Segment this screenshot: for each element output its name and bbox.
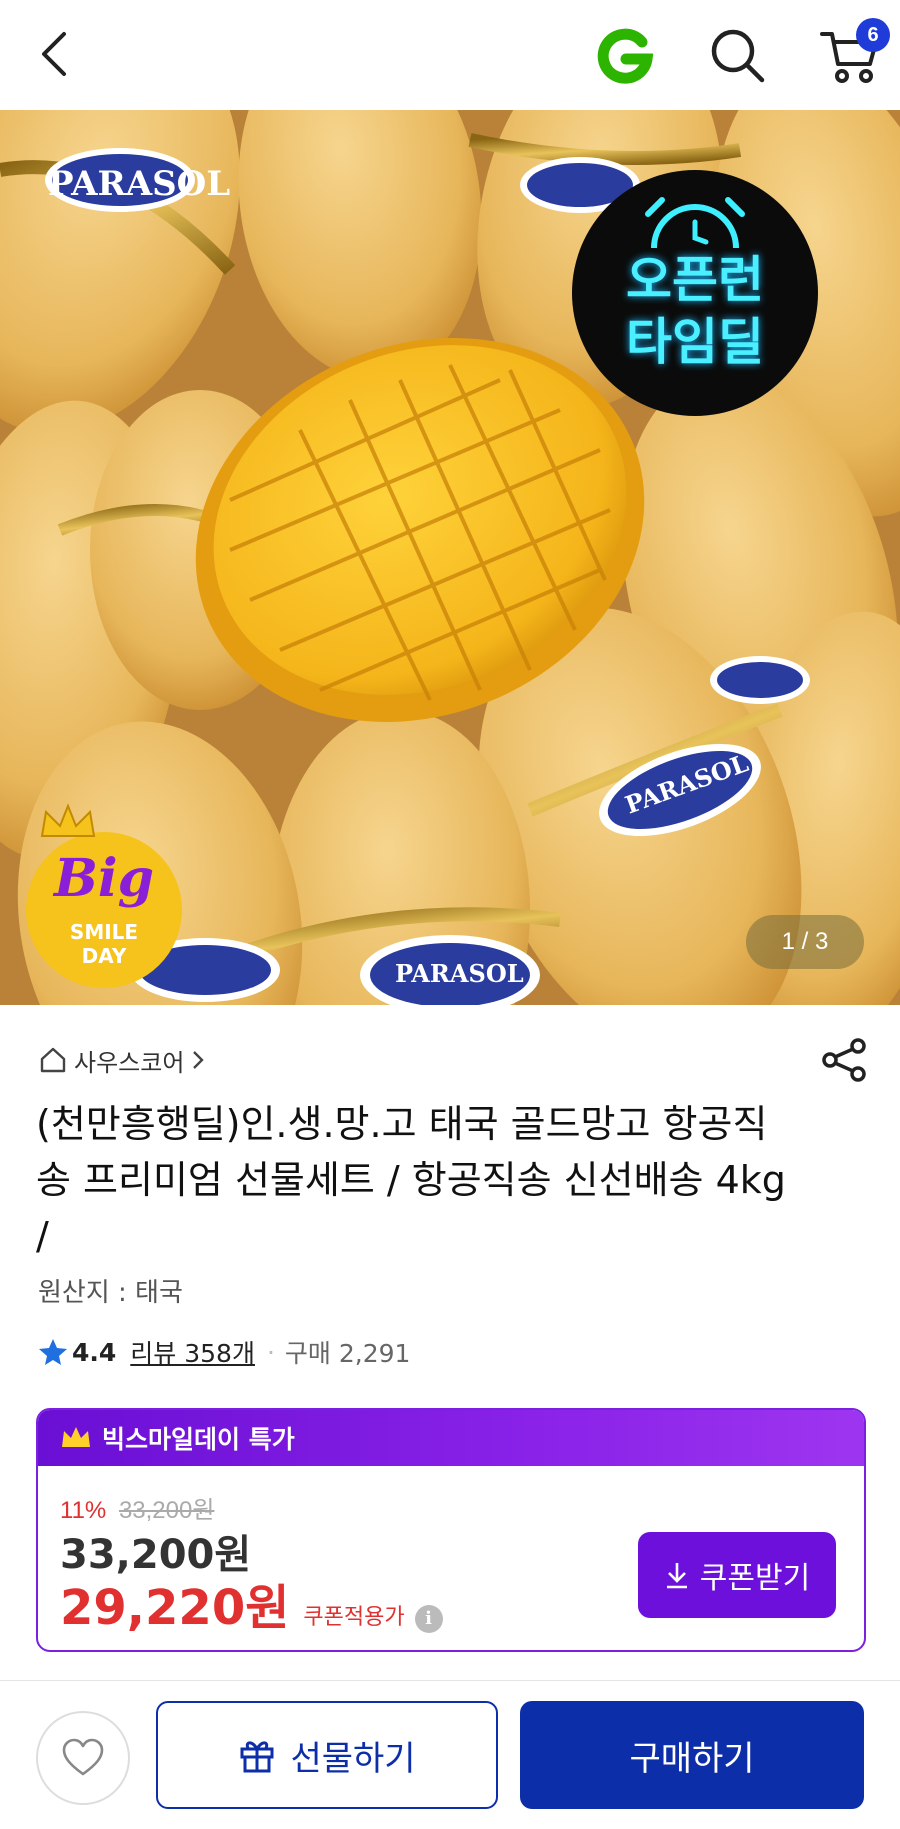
timedeal-badge: 오픈런 타임딜 <box>572 170 818 416</box>
product-title: (천만흥행딜)인.생.망.고 태국 골드망고 항공직송 프리미엄 선물세트 / … <box>36 1102 786 1258</box>
review-count-link[interactable]: 리뷰 358개 <box>130 1334 255 1370</box>
chevron-right-icon <box>193 1051 205 1069</box>
rating-row: 4.4 리뷰 358개 · 구매 2,291 <box>38 1334 410 1370</box>
crown-icon <box>62 1427 90 1447</box>
big-smile-day-badge: Big SMILE DAY <box>26 803 182 988</box>
buy-button[interactable]: 구매하기 <box>520 1701 864 1809</box>
search-icon[interactable] <box>706 24 768 86</box>
purchase-count: 구매 2,291 <box>284 1339 411 1368</box>
share-icon[interactable] <box>820 1036 868 1084</box>
heart-icon <box>62 1738 104 1776</box>
discount-row: 11% 33,200원 <box>60 1490 214 1525</box>
gift-label: 선물하기 <box>290 1738 416 1779</box>
star-icon <box>39 1339 67 1365</box>
original-price: 33,200원 <box>118 1497 215 1524</box>
brand-logo-text: PARASOL <box>48 164 230 204</box>
timedeal-text-line2: 타임딜 <box>626 313 764 371</box>
timedeal-text-line1: 오픈런 <box>626 251 764 309</box>
image-counter: 1 / 3 <box>746 915 864 969</box>
g-logo-icon[interactable] <box>594 24 656 86</box>
buy-label: 구매하기 <box>629 1738 755 1779</box>
deal-header: 빅스마일데이 특가 <box>38 1410 864 1466</box>
day-text: DAY <box>81 944 127 968</box>
back-arrow-icon[interactable] <box>30 28 82 80</box>
alarm-clock-icon <box>645 197 745 249</box>
coupon-price-row: 29,220원 쿠폰적용가 i <box>60 1568 443 1638</box>
deal-price-card: 빅스마일데이 특가 11% 33,200원 33,200원 29,220원 쿠폰… <box>36 1408 866 1652</box>
top-bar: 6 <box>0 0 900 110</box>
bottom-action-bar: 선물하기 구매하기 <box>0 1680 900 1829</box>
rating-score: 4.4 <box>72 1337 117 1367</box>
seller-name: 사우스코어 <box>74 1048 185 1077</box>
get-coupon-button[interactable]: 쿠폰받기 <box>638 1532 836 1618</box>
product-image-carousel[interactable]: PARASOL PARASOL PARASOL 오픈런 타임딜 Big SMIL… <box>0 110 900 1005</box>
deal-header-label: 빅스마일데이 특가 <box>102 1425 295 1454</box>
gift-button[interactable]: 선물하기 <box>156 1701 498 1809</box>
discount-percent: 11% <box>60 1497 107 1524</box>
cart-count-badge: 6 <box>856 18 890 52</box>
seller-link[interactable]: 사우스코어 <box>38 1040 206 1080</box>
download-icon <box>666 1563 687 1589</box>
origin-info: 원산지 : 태국 <box>38 1278 183 1308</box>
wishlist-button[interactable] <box>36 1711 130 1805</box>
info-icon[interactable]: i <box>414 1605 443 1633</box>
coupon-price: 29,220원 <box>60 1580 290 1636</box>
home-icon <box>40 1047 66 1073</box>
coupon-price-label: 쿠폰적용가 <box>303 1605 405 1630</box>
smile-text: SMILE <box>69 920 139 944</box>
svg-text:PARASOL: PARASOL <box>395 959 524 988</box>
big-text: Big <box>53 848 155 909</box>
gift-icon <box>240 1741 274 1773</box>
crown-icon <box>40 803 96 837</box>
separator-dot: · <box>266 1337 275 1367</box>
get-coupon-label: 쿠폰받기 <box>699 1561 811 1596</box>
